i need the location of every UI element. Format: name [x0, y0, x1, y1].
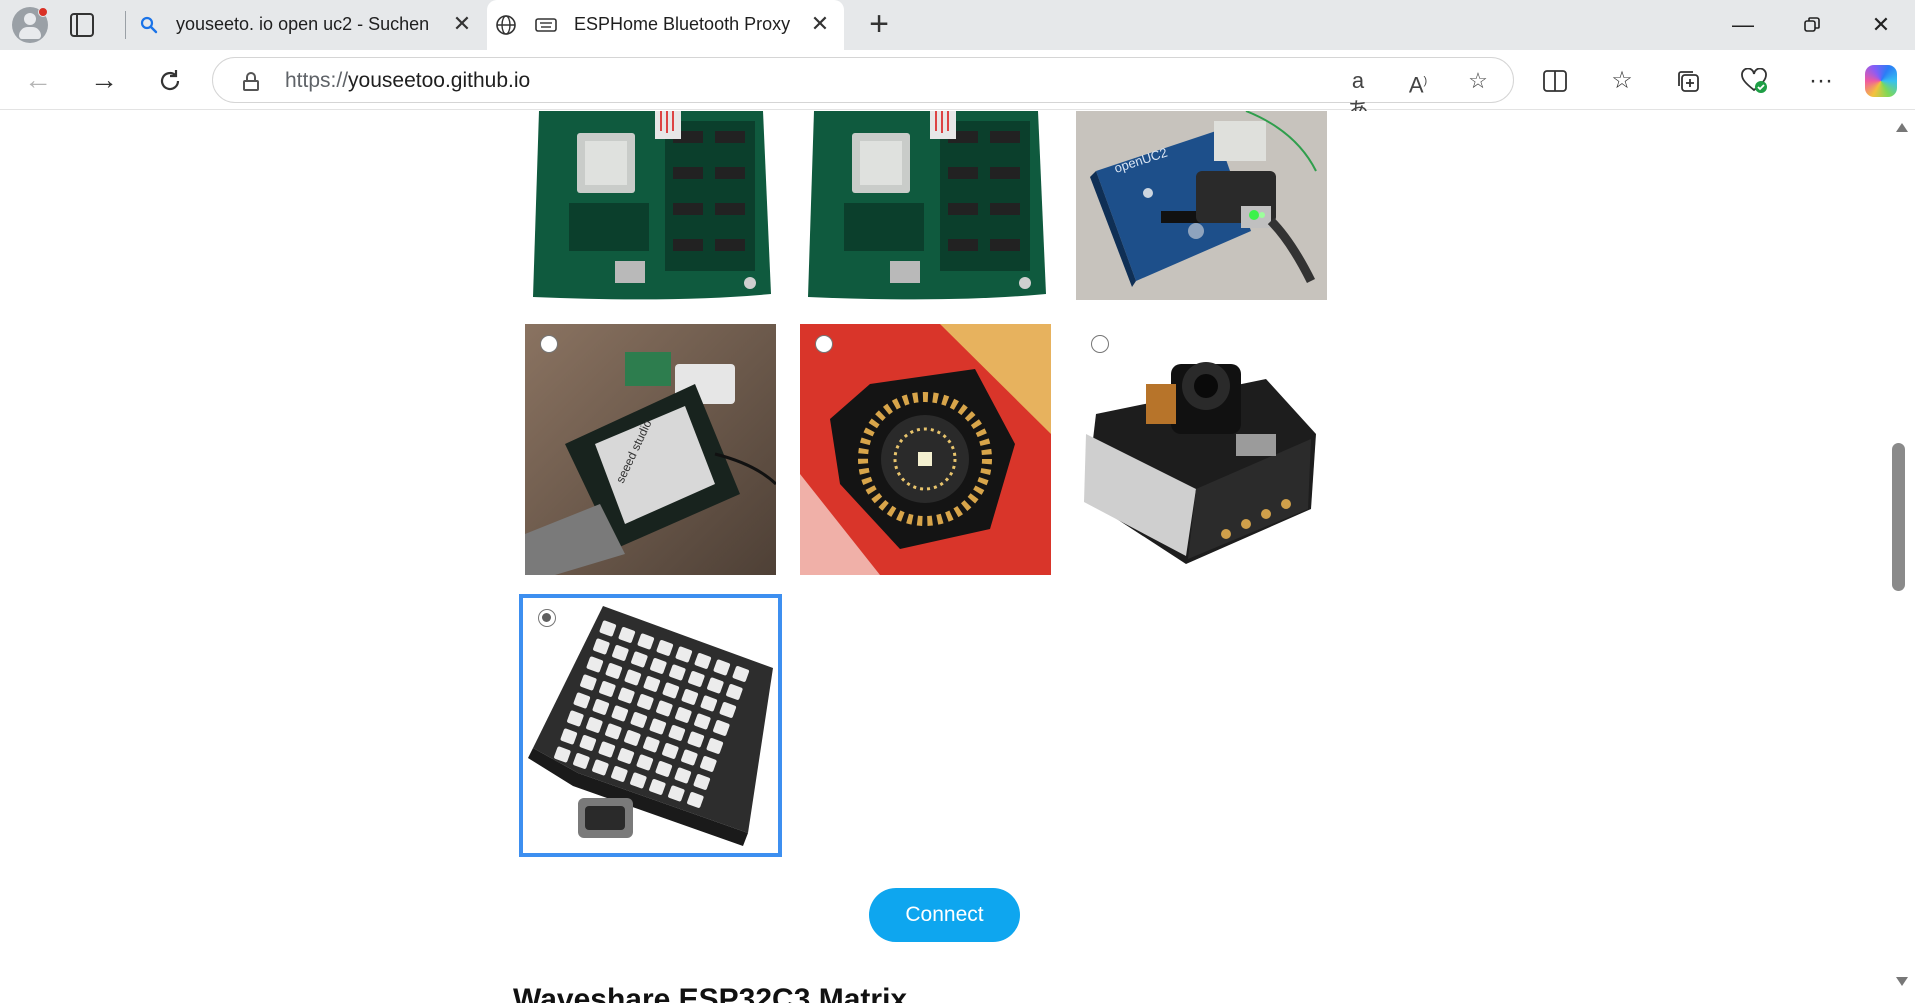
close-tab-icon[interactable]: ✕ — [808, 12, 832, 36]
keyboard-icon — [535, 14, 557, 36]
scroll-up-arrow-icon[interactable] — [1896, 123, 1908, 132]
page-viewport: openUC2 seeed studio Connect Waveshare E… — [0, 111, 1889, 1003]
board-card-led-ring[interactable] — [800, 324, 1051, 575]
board-radio[interactable] — [540, 335, 558, 353]
notification-dot — [38, 7, 48, 17]
forward-icon[interactable]: → — [87, 64, 121, 98]
address-bar[interactable]: https://youseetoo.github.io aあ A) ☆ — [212, 57, 1514, 123]
board-radio[interactable] — [1091, 335, 1109, 353]
url-text[interactable]: https://youseetoo.github.io — [285, 69, 530, 93]
board-card-green-relay-a[interactable] — [525, 111, 776, 300]
board-image — [800, 111, 1051, 300]
search-icon — [138, 14, 160, 36]
board-card-xiao-camera[interactable] — [1076, 324, 1327, 575]
refresh-icon[interactable] — [153, 64, 187, 98]
favorites-icon[interactable]: ☆ — [1605, 64, 1639, 98]
favorite-star-icon[interactable]: ☆ — [1463, 66, 1493, 96]
toolbar: ← → https://youseetoo.github.io aあ A) ☆ … — [0, 50, 1915, 123]
split-screen-icon[interactable] — [1538, 64, 1572, 98]
connect-button[interactable]: Connect — [869, 888, 1020, 942]
board-image: openUC2 — [1076, 111, 1327, 300]
tab-actions-menu-icon[interactable] — [70, 13, 94, 37]
board-radio-checked[interactable] — [538, 609, 556, 627]
minimize-icon[interactable]: — — [1726, 10, 1760, 40]
board-image — [800, 324, 1051, 575]
board-card-openuc2[interactable]: openUC2 — [1076, 111, 1327, 300]
vertical-scrollbar[interactable] — [1889, 111, 1915, 1003]
board-image — [1076, 324, 1327, 575]
tab-title: ESPHome Bluetooth Proxy — [574, 14, 791, 34]
tab-title: youseeto. io open uc2 - Suchen — [176, 14, 430, 34]
tab-esphome[interactable]: ESPHome Bluetooth Proxy ✕ — [487, 0, 844, 50]
collections-icon[interactable] — [1671, 64, 1705, 98]
board-image — [523, 598, 778, 853]
board-radio[interactable] — [815, 335, 833, 353]
section-heading: Waveshare ESP32C3 Matrix — [513, 983, 908, 1003]
board-card-led-matrix[interactable] — [519, 594, 782, 857]
close-tab-icon[interactable]: ✕ — [450, 12, 474, 36]
more-options-icon[interactable]: ··· — [1804, 64, 1838, 98]
tab-bar: youseeto. io open uc2 - Suchen ✕ ESPHome… — [0, 0, 1915, 50]
scroll-down-arrow-icon[interactable] — [1896, 977, 1908, 986]
board-image: seeed studio — [525, 324, 776, 575]
lock-icon[interactable] — [243, 72, 259, 91]
globe-icon — [495, 14, 517, 36]
copilot-icon[interactable] — [1865, 65, 1897, 97]
translate-icon[interactable]: aあ — [1343, 66, 1373, 123]
read-aloud-icon[interactable]: A) — [1403, 66, 1433, 97]
close-window-icon[interactable]: ✕ — [1864, 10, 1898, 40]
tab-search[interactable]: youseeto. io open uc2 - Suchen ✕ — [130, 0, 485, 50]
new-tab-button[interactable]: + — [862, 7, 896, 42]
browser-essentials-icon[interactable] — [1737, 64, 1771, 98]
scrollbar-thumb[interactable] — [1892, 443, 1905, 591]
board-image — [525, 111, 776, 300]
back-icon[interactable]: ← — [21, 64, 55, 98]
board-card-xiao[interactable]: seeed studio — [525, 324, 776, 575]
restore-icon[interactable] — [1795, 10, 1829, 40]
board-card-green-relay-b[interactable] — [800, 111, 1051, 300]
profile-avatar-icon[interactable] — [12, 7, 48, 43]
